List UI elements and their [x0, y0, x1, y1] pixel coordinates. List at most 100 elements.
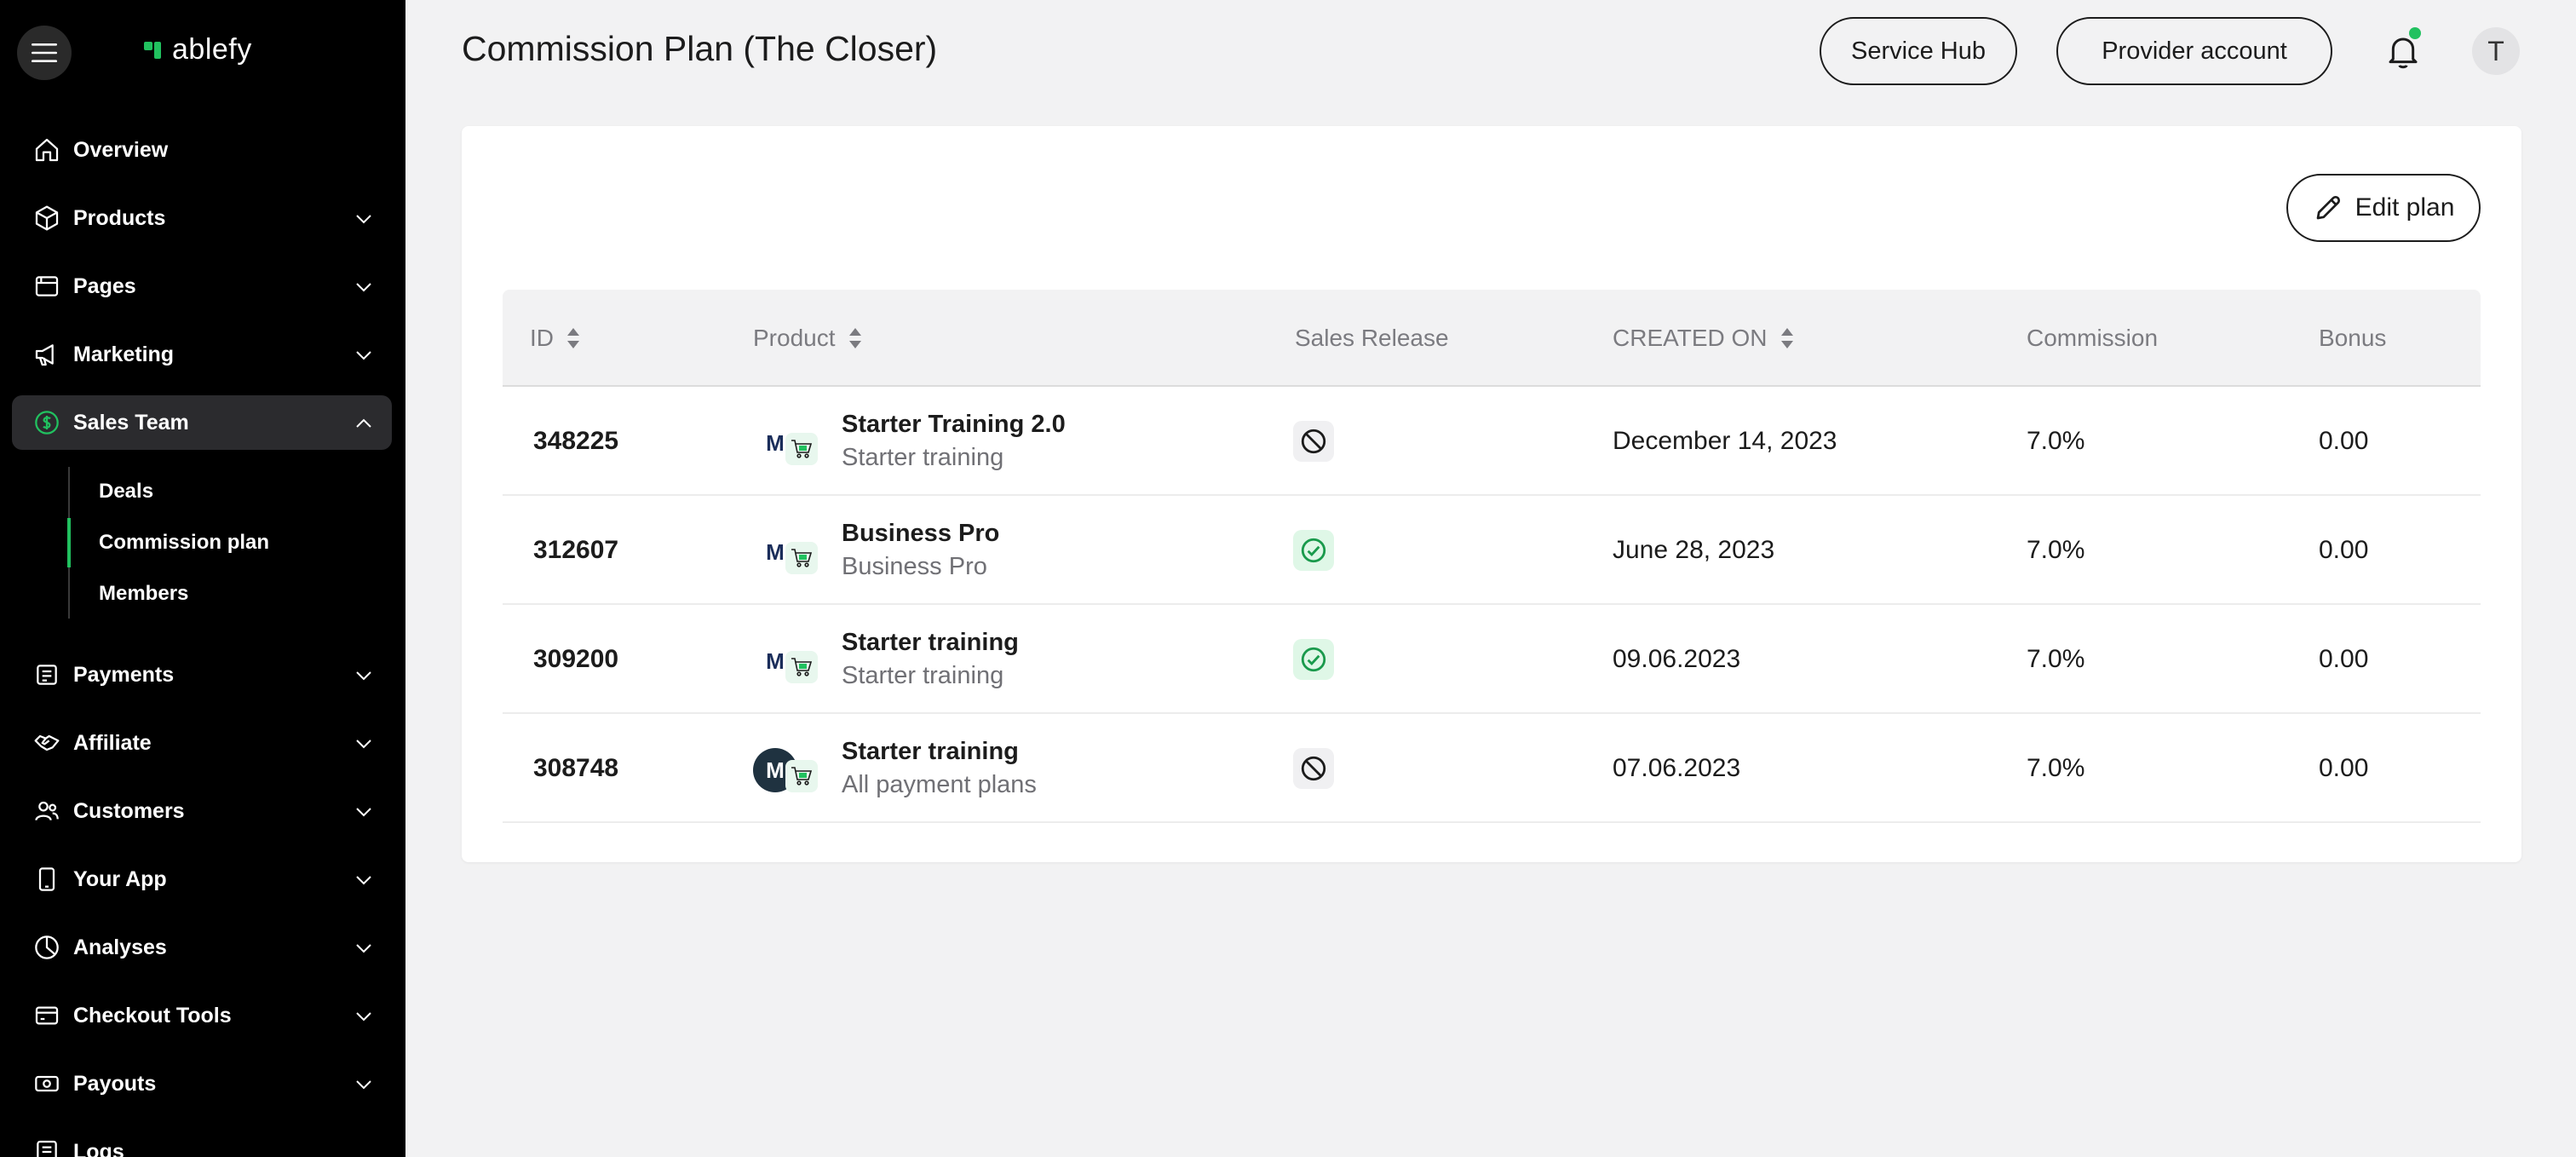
product-thumbnail: M	[753, 636, 818, 683]
hamburger-icon	[32, 43, 57, 62]
sidebar-item-affiliate[interactable]: Affiliate	[12, 716, 392, 770]
cell-created-on: June 28, 2023	[1613, 536, 1775, 564]
sales-release-blocked	[1293, 748, 1334, 789]
sidebar-item-logs[interactable]: Logs	[12, 1125, 392, 1157]
home-icon	[31, 134, 63, 166]
cell-product: M Business Pro Business Pro	[753, 496, 999, 605]
sidebar-item-label: Marketing	[73, 342, 175, 366]
checkout-icon	[31, 999, 63, 1032]
chevron-down-icon	[356, 740, 371, 749]
table-row[interactable]: 348225 M Starter Training 2.0 Starter tr…	[503, 387, 2481, 496]
cell-commission: 7.0%	[2027, 427, 2085, 455]
sidebar-item-customers[interactable]: Customers	[12, 784, 392, 838]
log-icon	[31, 1136, 63, 1157]
notifications-button[interactable]	[2378, 27, 2428, 77]
cell-bonus: 0.00	[2319, 427, 2369, 455]
ablefy-logo[interactable]: ablefy	[143, 32, 252, 66]
sidebar-item-label: Customers	[73, 798, 185, 823]
sidebar-item-checkout-tools[interactable]: Checkout Tools	[12, 988, 392, 1043]
cell-created-on: December 14, 2023	[1613, 427, 1837, 455]
product-subtitle: Business Pro	[842, 553, 987, 580]
cell-id: 312607	[533, 536, 619, 564]
column-label: ID	[530, 325, 554, 351]
cell-product: M Starter training All payment plans	[753, 714, 1037, 823]
sort-icon	[848, 328, 861, 348]
commission-plan-card: Edit plan ID Product Sales Release CREAT…	[462, 126, 2521, 862]
sales-team-subnav: Deals Commission plan Members	[67, 467, 392, 619]
cell-product: M Starter training Starter training	[753, 605, 1019, 714]
avatar[interactable]: T	[2472, 27, 2520, 75]
cell-id: 308748	[533, 754, 619, 782]
table-row[interactable]: 308748 M Starter training All payment pl…	[503, 714, 2481, 823]
product-thumbnail: M	[753, 745, 818, 792]
sidebar-item-overview[interactable]: Overview	[12, 123, 392, 177]
check-circle-icon	[1301, 647, 1326, 672]
cell-commission: 7.0%	[2027, 536, 2085, 564]
pie-chart-icon	[31, 931, 63, 964]
sidebar-item-label: Payouts	[73, 1071, 157, 1096]
cart-icon	[785, 760, 818, 792]
cell-created-on: 07.06.2023	[1613, 754, 1741, 782]
subnav-item-deals[interactable]: Deals	[70, 467, 377, 516]
page-icon	[31, 270, 63, 302]
cell-product: M Starter Training 2.0 Starter training	[753, 387, 1066, 496]
subnav-item-members[interactable]: Members	[70, 569, 377, 619]
blocked-icon	[1301, 429, 1326, 454]
cell-commission: 7.0%	[2027, 645, 2085, 673]
provider-account-button[interactable]: Provider account	[2056, 17, 2332, 85]
menu-toggle-button[interactable]	[17, 26, 72, 80]
check-circle-icon	[1301, 538, 1326, 563]
sidebar-item-label: Analyses	[73, 935, 167, 959]
sidebar-item-label: Pages	[73, 273, 136, 298]
table-header: ID Product Sales Release CREATED ON Comm…	[503, 290, 2481, 387]
sidebar-item-pages[interactable]: Pages	[12, 259, 392, 314]
sidebar-item-payments[interactable]: Payments	[12, 648, 392, 702]
product-name: Starter training	[842, 629, 1019, 656]
box-icon	[31, 202, 63, 234]
sidebar-item-analyses[interactable]: Analyses	[12, 920, 392, 975]
cart-icon	[785, 542, 818, 574]
product-thumbnail: M	[753, 527, 818, 574]
chevron-down-icon	[356, 1080, 371, 1090]
chevron-down-icon	[356, 808, 371, 817]
sidebar-item-sales-team[interactable]: Sales Team	[12, 395, 392, 450]
chevron-down-icon	[356, 944, 371, 953]
subnav-item-commission-plan[interactable]: Commission plan	[67, 518, 374, 567]
sidebar-item-your-app[interactable]: Your App	[12, 852, 392, 907]
cell-id: 348225	[533, 427, 619, 455]
megaphone-icon	[31, 338, 63, 371]
page-title: Commission Plan (The Closer)	[462, 29, 938, 68]
column-header-product[interactable]: Product	[753, 290, 863, 387]
column-header-created-on[interactable]: CREATED ON	[1613, 290, 1795, 387]
column-header-id[interactable]: ID	[530, 290, 581, 387]
receipt-icon	[31, 659, 63, 691]
sidebar-item-products[interactable]: Products	[12, 191, 392, 245]
product-name: Starter training	[842, 738, 1019, 765]
sort-icon	[1780, 328, 1793, 348]
chevron-down-icon	[356, 671, 371, 681]
phone-icon	[31, 863, 63, 895]
sidebar: ablefy Overview Products Pages Marketing…	[0, 0, 405, 1157]
table-row[interactable]: 312607 M Business Pro Business Pro June …	[503, 496, 2481, 605]
sidebar-item-label: Your App	[73, 866, 167, 891]
cart-icon	[785, 651, 818, 683]
sales-release-released	[1293, 639, 1334, 680]
service-hub-button[interactable]: Service Hub	[1820, 17, 2017, 85]
sales-release-released	[1293, 530, 1334, 571]
edit-plan-button[interactable]: Edit plan	[2286, 174, 2481, 242]
cell-id: 309200	[533, 645, 619, 673]
product-name: Business Pro	[842, 520, 1000, 547]
handshake-icon	[31, 727, 63, 759]
cell-bonus: 0.00	[2319, 645, 2369, 673]
column-label: Bonus	[2319, 325, 2387, 351]
cell-created-on: 09.06.2023	[1613, 645, 1741, 673]
cash-icon	[31, 1068, 63, 1100]
sidebar-item-marketing[interactable]: Marketing	[12, 327, 392, 382]
pencil-icon	[2316, 195, 2340, 220]
table-row[interactable]: 309200 M Starter training Starter traini…	[503, 605, 2481, 714]
product-subtitle: Starter training	[842, 662, 1004, 689]
dollar-circle-icon	[31, 406, 63, 439]
product-subtitle: All payment plans	[842, 771, 1037, 798]
sidebar-item-payouts[interactable]: Payouts	[12, 1056, 392, 1111]
cart-icon	[785, 433, 818, 465]
